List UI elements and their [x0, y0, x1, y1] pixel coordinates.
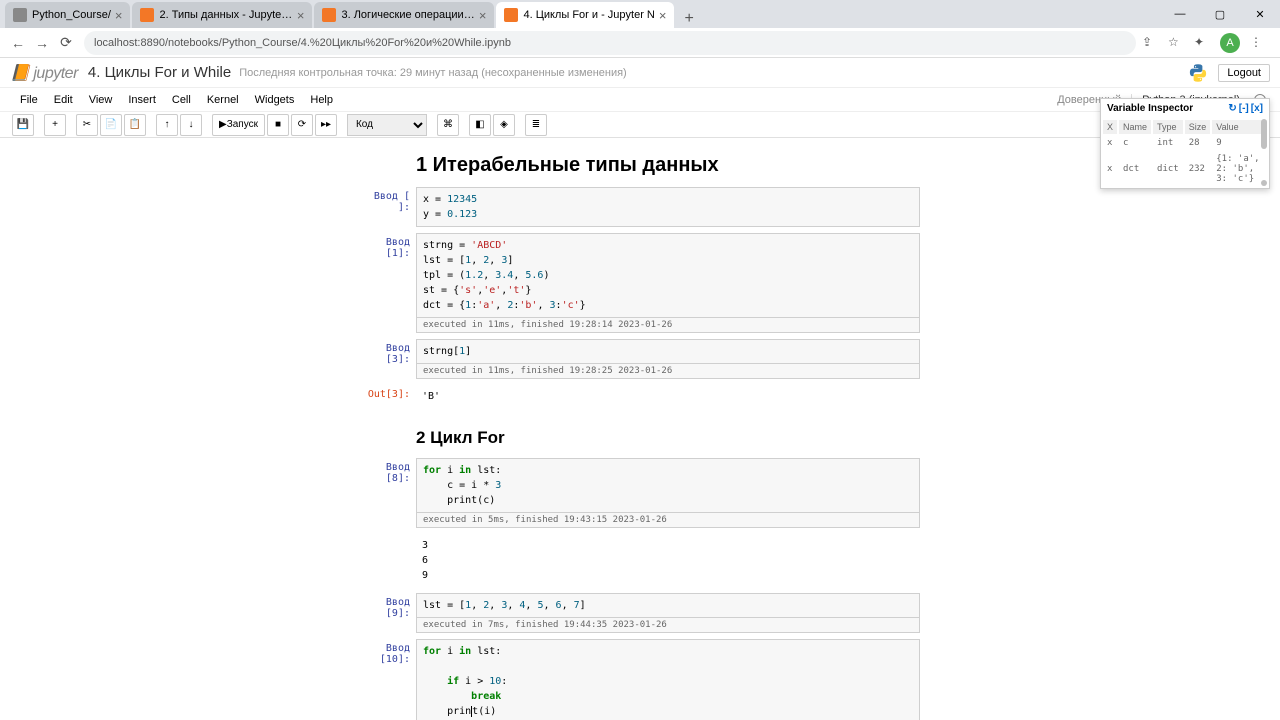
save-button[interactable]: 💾	[12, 114, 34, 136]
jupyter-header: 📙 jupyter 4. Циклы For и While Последняя…	[0, 58, 1280, 88]
jupyter-logo[interactable]: 📙 jupyter	[10, 63, 78, 83]
code-cell[interactable]: Ввод [3]: strng[1] executed in 11ms, fin…	[360, 339, 920, 379]
restart-button[interactable]: ⟳	[291, 114, 313, 136]
close-icon[interactable]: ×	[115, 8, 123, 23]
copy-button[interactable]: 📄	[100, 114, 122, 136]
nav-forward[interactable]: →	[30, 31, 54, 55]
new-tab-button[interactable]: +	[676, 10, 701, 28]
tb-extra2[interactable]: ◈	[493, 114, 515, 136]
exec-time: executed in 5ms, finished 19:43:15 2023-…	[416, 513, 920, 528]
menu-cell[interactable]: Cell	[166, 92, 197, 108]
code-input[interactable]: for i in lst: c = i * 3 print(c)	[416, 458, 920, 513]
menu-bar: File Edit View Insert Cell Kernel Widget…	[0, 88, 1280, 112]
input-prompt: Ввод [ ]:	[360, 187, 416, 227]
insert-cell-button[interactable]: +	[44, 114, 66, 136]
menu-view[interactable]: View	[83, 92, 119, 108]
inspector-close-icon[interactable]: [x]	[1251, 103, 1263, 114]
notebook-title[interactable]: 4. Циклы For и While	[88, 64, 231, 81]
address-bar: ← → ⟳ localhost:8890/notebooks/Python_Co…	[0, 28, 1280, 58]
logout-button[interactable]: Logout	[1218, 64, 1270, 82]
input-prompt: Ввод [3]:	[360, 339, 416, 379]
code-cell[interactable]: Ввод [10]: for i in lst: if i > 10: brea…	[360, 639, 920, 720]
table-row: xcint289	[1103, 136, 1267, 150]
output-prompt: Out[3]:	[360, 385, 416, 408]
cell-output: 'B'	[416, 385, 920, 408]
folder-icon	[13, 8, 27, 22]
star-icon[interactable]: ☆	[1168, 35, 1184, 51]
table-row: xdctdict232{1: 'a', 2: 'b', 3: 'c'}	[1103, 152, 1267, 186]
share-icon[interactable]: ⇪	[1142, 35, 1158, 51]
tab-logic[interactable]: 3. Логические операции, усло×	[314, 2, 494, 28]
code-cell[interactable]: Ввод [8]: for i in lst: c = i * 3 print(…	[360, 458, 920, 528]
menu-help[interactable]: Help	[304, 92, 339, 108]
cell-output: 3 6 9	[416, 534, 920, 587]
menu-edit[interactable]: Edit	[48, 92, 79, 108]
move-down-button[interactable]: ↓	[180, 114, 202, 136]
window-minimize[interactable]: —	[1160, 0, 1200, 28]
tb-extra1[interactable]: ◧	[469, 114, 491, 136]
jupyter-icon	[322, 8, 336, 22]
tab-types[interactable]: 2. Типы данных - Jupyter Note×	[132, 2, 312, 28]
exec-time: executed in 11ms, finished 19:28:14 2023…	[416, 318, 920, 333]
browser-tab-strip: Python_Course/× 2. Типы данных - Jupyter…	[0, 0, 1280, 28]
inspector-scrollbar[interactable]	[1261, 119, 1267, 149]
toolbar: 💾 + ✂ 📄 📋 ↑ ↓ ▶ Запуск ■ ⟳ ▸▸ Код ⌘ ◧ ◈ …	[0, 112, 1280, 138]
input-prompt: Ввод [1]:	[360, 233, 416, 333]
python-icon	[1188, 63, 1208, 83]
code-input[interactable]: for i in lst: if i > 10: break print(i) …	[416, 639, 920, 720]
heading-1[interactable]: 1 Итерабельные типы данных	[360, 148, 920, 187]
variable-inspector[interactable]: Variable Inspector ↻ [-] [x] X Name Type…	[1100, 98, 1270, 189]
input-prompt: Ввод [9]:	[360, 593, 416, 633]
variable-inspector-button[interactable]: ≣	[525, 114, 547, 136]
extensions-icon[interactable]: ✦	[1194, 35, 1210, 51]
jupyter-icon	[140, 8, 154, 22]
menu-icon[interactable]: ⋮	[1250, 35, 1266, 51]
nav-back[interactable]: ←	[6, 31, 30, 55]
code-cell[interactable]: Ввод [9]: lst = [1, 2, 3, 4, 5, 6, 7] ex…	[360, 593, 920, 633]
code-input[interactable]: strng[1]	[416, 339, 920, 364]
celltype-select[interactable]: Код	[347, 114, 427, 136]
inspector-resize-handle[interactable]	[1261, 180, 1267, 186]
exec-time: executed in 11ms, finished 19:28:25 2023…	[416, 364, 920, 379]
code-cell[interactable]: Ввод [ ]: x = 12345 y = 0.123	[360, 187, 920, 227]
code-input[interactable]: x = 12345 y = 0.123	[416, 187, 920, 227]
inspector-reload-icon[interactable]: ↻	[1228, 103, 1236, 114]
move-up-button[interactable]: ↑	[156, 114, 178, 136]
close-icon[interactable]: ×	[297, 8, 305, 23]
exec-time: executed in 7ms, finished 19:44:35 2023-…	[416, 618, 920, 633]
menu-insert[interactable]: Insert	[122, 92, 162, 108]
url-input[interactable]: localhost:8890/notebooks/Python_Course/4…	[84, 31, 1136, 55]
output-cell: 3 6 9	[360, 534, 920, 587]
restart-run-button[interactable]: ▸▸	[315, 114, 337, 136]
notebook-content: 1 Итерабельные типы данных Ввод [ ]: x =…	[0, 138, 1280, 720]
run-button[interactable]: ▶ Запуск	[212, 114, 265, 136]
menu-file[interactable]: File	[14, 92, 44, 108]
inspector-table: X Name Type Size Value xcint289 xdctdict…	[1101, 118, 1269, 188]
inspector-title: Variable Inspector	[1107, 103, 1193, 114]
code-cell[interactable]: Ввод [1]: strng = 'ABCD' lst = [1, 2, 3]…	[360, 233, 920, 333]
tab-loops[interactable]: 4. Циклы For и - Jupyter N×	[496, 2, 674, 28]
code-input[interactable]: lst = [1, 2, 3, 4, 5, 6, 7]	[416, 593, 920, 618]
menu-widgets[interactable]: Widgets	[249, 92, 301, 108]
output-cell: Out[3]: 'B'	[360, 385, 920, 408]
cut-button[interactable]: ✂	[76, 114, 98, 136]
input-prompt: Ввод [8]:	[360, 458, 416, 528]
window-maximize[interactable]: ▢	[1200, 0, 1240, 28]
jupyter-icon	[504, 8, 518, 22]
code-input[interactable]: strng = 'ABCD' lst = [1, 2, 3] tpl = (1.…	[416, 233, 920, 318]
inspector-minimize-icon[interactable]: [-]	[1239, 103, 1249, 114]
close-icon[interactable]: ×	[479, 8, 487, 23]
heading-2[interactable]: 2 Цикл For	[360, 414, 920, 458]
paste-button[interactable]: 📋	[124, 114, 146, 136]
profile-avatar[interactable]: A	[1220, 33, 1240, 53]
command-palette-button[interactable]: ⌘	[437, 114, 459, 136]
checkpoint-text: Последняя контрольная точка: 29 минут на…	[239, 67, 627, 79]
menu-kernel[interactable]: Kernel	[201, 92, 245, 108]
close-icon[interactable]: ×	[659, 8, 667, 23]
tab-python-course[interactable]: Python_Course/×	[5, 2, 130, 28]
interrupt-button[interactable]: ■	[267, 114, 289, 136]
window-close[interactable]: ✕	[1240, 0, 1280, 28]
input-prompt: Ввод [10]:	[360, 639, 416, 720]
nav-reload[interactable]: ⟳	[54, 31, 78, 55]
